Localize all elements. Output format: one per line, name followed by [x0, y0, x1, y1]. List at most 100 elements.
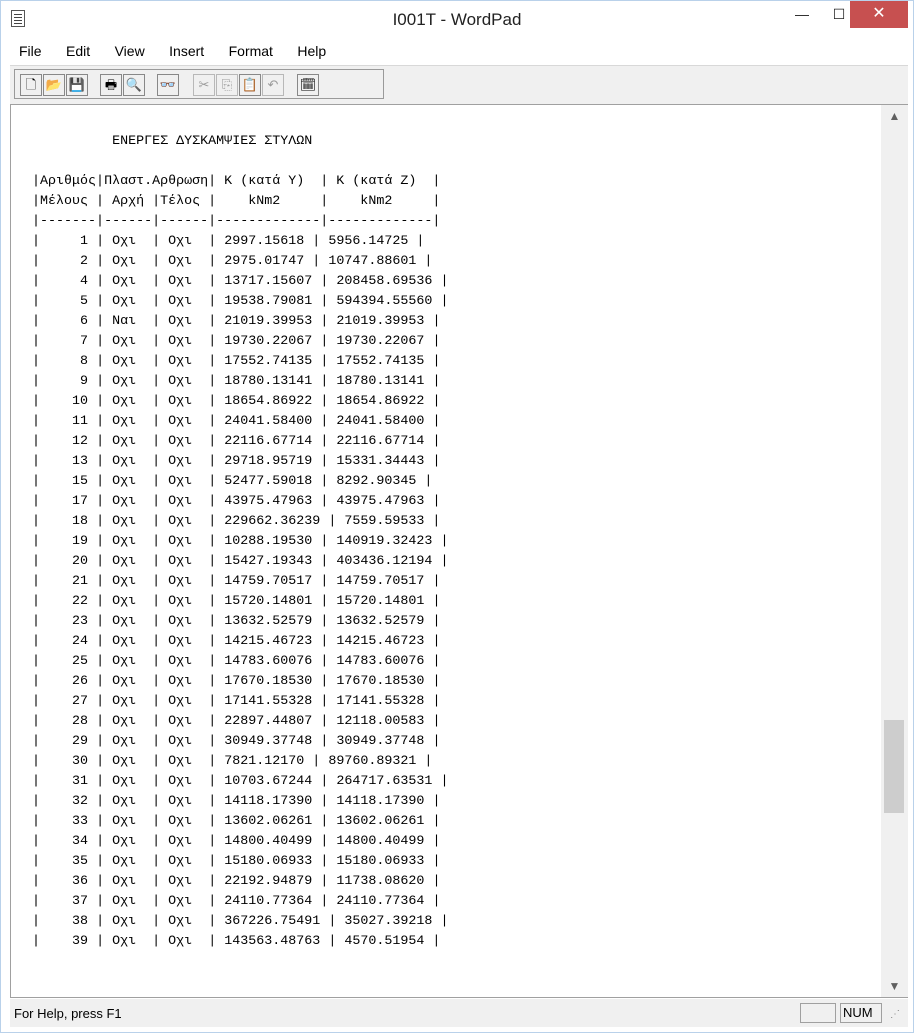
- document-text[interactable]: ΕΝΕΡΓΕΣ ΔΥΣΚΑΜΨΙΕΣ ΣΤΥΛΩΝ |Αριθμός|Πλαστ…: [32, 132, 448, 952]
- member-number: 1: [40, 234, 89, 249]
- scroll-up-icon[interactable]: ▲: [881, 105, 908, 127]
- close-button[interactable]: ✕: [850, 1, 908, 28]
- table-row: | 7 | Οχι | Οχι | 19730.22067 | 19730.22…: [32, 334, 441, 349]
- member-number: 18: [40, 514, 89, 529]
- minimize-button[interactable]: —: [782, 1, 822, 28]
- member-number: 36: [40, 874, 89, 889]
- menu-format[interactable]: Format: [229, 40, 273, 62]
- k-y-value: 10703.67244: [224, 774, 313, 789]
- print-preview-icon[interactable]: 🔍: [123, 74, 145, 96]
- member-number: 9: [40, 374, 89, 389]
- hinge-end: Οχι: [168, 354, 201, 369]
- table-row: | 39 | Οχι | Οχι | 143563.48763 | 4570.5…: [32, 934, 441, 949]
- member-number: 20: [40, 554, 89, 569]
- k-z-value: 594394.55560: [336, 294, 433, 309]
- member-number: 6: [40, 314, 89, 329]
- table-row: | 30 | Οχι | Οχι | 7821.12170 | 89760.89…: [32, 754, 433, 769]
- member-number: 4: [40, 274, 89, 289]
- k-z-value: 13602.06261: [336, 814, 425, 829]
- k-y-value: 7821.12170: [224, 754, 305, 769]
- table-row: | 24 | Οχι | Οχι | 14215.46723 | 14215.4…: [32, 634, 441, 649]
- vertical-scrollbar[interactable]: ▲ ▼: [881, 105, 908, 997]
- k-z-value: 15720.14801: [336, 594, 425, 609]
- k-y-value: 10288.19530: [224, 534, 313, 549]
- table-row: | 20 | Οχι | Οχι | 15427.19343 | 403436.…: [32, 554, 449, 569]
- menu-insert[interactable]: Insert: [169, 40, 204, 62]
- hinge-end: Οχι: [168, 294, 201, 309]
- member-number: 22: [40, 594, 89, 609]
- cut-icon[interactable]: ✂: [193, 74, 215, 96]
- undo-icon[interactable]: ↶: [262, 74, 284, 96]
- table-row: | 33 | Οχι | Οχι | 13602.06261 | 13602.0…: [32, 814, 441, 829]
- menu-edit[interactable]: Edit: [66, 40, 90, 62]
- k-z-value: 18780.13141: [336, 374, 425, 389]
- k-z-value: 18654.86922: [336, 394, 425, 409]
- hinge-start: Οχι: [112, 634, 145, 649]
- print-icon[interactable]: 🖶: [100, 74, 122, 96]
- k-y-value: 14800.40499: [224, 834, 313, 849]
- member-number: 38: [40, 914, 89, 929]
- k-z-value: 11738.08620: [336, 874, 425, 889]
- hinge-end: Οχι: [168, 694, 201, 709]
- table-row: | 2 | Οχι | Οχι | 2975.01747 | 10747.886…: [32, 254, 433, 269]
- table-row: | 8 | Οχι | Οχι | 17552.74135 | 17552.74…: [32, 354, 441, 369]
- member-number: 30: [40, 754, 89, 769]
- k-z-value: 21019.39953: [336, 314, 425, 329]
- table-row: | 35 | Οχι | Οχι | 15180.06933 | 15180.0…: [32, 854, 441, 869]
- find-binoculars-icon[interactable]: 👓: [157, 74, 179, 96]
- resize-grip-icon[interactable]: ⋰: [890, 1009, 904, 1023]
- insert-datetime-icon[interactable]: 🗓: [297, 74, 319, 96]
- k-z-value: 403436.12194: [336, 554, 433, 569]
- paste-icon[interactable]: 📋: [239, 74, 261, 96]
- title-bar[interactable]: I001T - WordPad — ☐ ✕: [1, 1, 913, 37]
- k-z-value: 264717.63531: [336, 774, 433, 789]
- table-row: | 19 | Οχι | Οχι | 10288.19530 | 140919.…: [32, 534, 449, 549]
- scroll-thumb[interactable]: [884, 720, 904, 813]
- hinge-start: Οχι: [112, 774, 145, 789]
- hinge-end: Οχι: [168, 614, 201, 629]
- member-number: 11: [40, 414, 89, 429]
- hinge-end: Οχι: [168, 894, 201, 909]
- status-panel-empty: [800, 1003, 836, 1023]
- table-row: | 29 | Οχι | Οχι | 30949.37748 | 30949.3…: [32, 734, 441, 749]
- k-y-value: 22116.67714: [224, 434, 313, 449]
- document-area[interactable]: ΕΝΕΡΓΕΣ ΔΥΣΚΑΜΨΙΕΣ ΣΤΥΛΩΝ |Αριθμός|Πλαστ…: [10, 104, 908, 998]
- hinge-end: Οχι: [168, 934, 201, 949]
- k-z-value: 15331.34443: [336, 454, 425, 469]
- hinge-start: Οχι: [112, 654, 145, 669]
- member-number: 19: [40, 534, 89, 549]
- table-row: | 36 | Οχι | Οχι | 22192.94879 | 11738.0…: [32, 874, 441, 889]
- menu-help[interactable]: Help: [297, 40, 326, 62]
- new-document-icon[interactable]: 🗋: [20, 74, 42, 96]
- k-y-value: 13602.06261: [224, 814, 313, 829]
- table-header-line: |Μέλους | Αρχή |Τέλος | kNm2 | kNm2 |: [32, 194, 441, 209]
- k-y-value: 15427.19343: [224, 554, 313, 569]
- copy-icon[interactable]: ⎘: [216, 74, 238, 96]
- save-icon[interactable]: 💾: [66, 74, 88, 96]
- k-z-value: 14800.40499: [336, 834, 425, 849]
- table-row: | 38 | Οχι | Οχι | 367226.75491 | 35027.…: [32, 914, 449, 929]
- table-row: | 10 | Οχι | Οχι | 18654.86922 | 18654.8…: [32, 394, 441, 409]
- hinge-start: Οχι: [112, 394, 145, 409]
- menu-view[interactable]: View: [115, 40, 145, 62]
- k-y-value: 24041.58400: [224, 414, 313, 429]
- k-z-value: 13632.52579: [336, 614, 425, 629]
- table-row: | 25 | Οχι | Οχι | 14783.60076 | 14783.6…: [32, 654, 441, 669]
- k-y-value: 43975.47963: [224, 494, 313, 509]
- open-folder-icon[interactable]: 📂: [43, 74, 65, 96]
- menu-file[interactable]: File: [19, 40, 42, 62]
- table-row: | 13 | Οχι | Οχι | 29718.95719 | 15331.3…: [32, 454, 441, 469]
- member-number: 34: [40, 834, 89, 849]
- k-y-value: 18780.13141: [224, 374, 313, 389]
- member-number: 37: [40, 894, 89, 909]
- hinge-end: Οχι: [168, 634, 201, 649]
- scroll-down-icon[interactable]: ▼: [881, 975, 908, 997]
- k-z-value: 208458.69536: [336, 274, 433, 289]
- k-z-value: 43975.47963: [336, 494, 425, 509]
- hinge-start: Ναι: [112, 314, 145, 329]
- hinge-start: Οχι: [112, 734, 145, 749]
- k-y-value: 2997.15618: [224, 234, 305, 249]
- table-row: | 17 | Οχι | Οχι | 43975.47963 | 43975.4…: [32, 494, 441, 509]
- k-z-value: 89760.89321: [328, 754, 417, 769]
- hinge-end: Οχι: [168, 594, 201, 609]
